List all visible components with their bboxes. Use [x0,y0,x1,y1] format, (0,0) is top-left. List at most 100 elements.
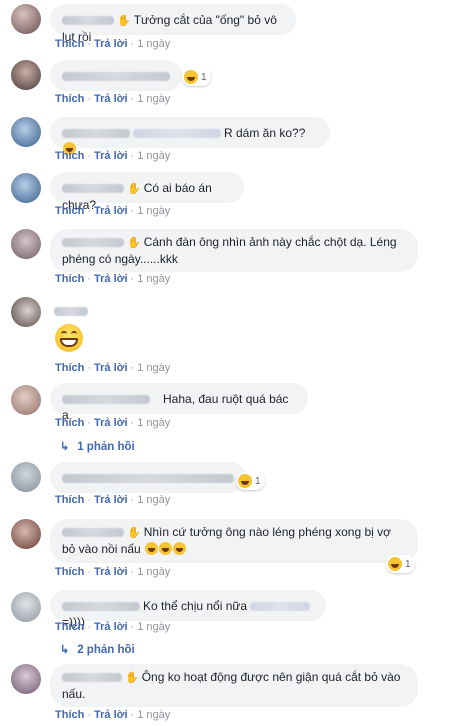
laughing-emoji-icon [173,542,187,555]
comment-actions: Thích · Trả lời · 1 ngày [55,417,171,429]
avatar[interactable] [11,60,41,90]
reply-link[interactable]: Trả lời [94,38,128,50]
comment-bubble: ✋ Ông ko hoạt động được nên giận quá cắt … [50,664,418,707]
comment-actions: Thích · Trả lời · 1 ngày [55,566,171,578]
reply-link[interactable]: Trả lời [94,150,128,162]
avatar[interactable] [11,297,41,327]
author-name[interactable] [62,474,234,484]
comment-actions: Thích · Trả lời · 1 ngày [55,621,171,633]
reply-link[interactable]: Trả lời [94,621,128,633]
timestamp[interactable]: 1 ngày [137,709,170,721]
reply-link[interactable]: Trả lời [94,566,128,578]
avatar[interactable] [11,519,41,549]
like-link[interactable]: Thích [55,709,84,721]
reaction-count: 1 [255,475,261,487]
like-link[interactable]: Thích [55,621,84,633]
author-name[interactable] [62,602,140,612]
like-link[interactable]: Thích [55,566,84,578]
reaction-count: 1 [405,558,411,570]
comment-actions: Thích · Trả lời · 1 ngày [55,362,171,374]
comment-bubble: ✋ Tưởng cắt của "ống" bỏ vô lụt rồi [50,4,296,44]
avatar[interactable] [11,229,41,259]
reply-link[interactable]: Trả lời [94,93,128,105]
view-replies-link[interactable]: ↳ 1 phản hồi [60,440,135,454]
tagged-user[interactable] [133,129,221,139]
like-link[interactable]: Thích [55,38,84,50]
reaction-badge[interactable]: 1 [386,555,415,573]
avatar[interactable] [11,173,41,203]
reaction-count: 1 [201,71,207,83]
author-name[interactable] [62,184,124,194]
comment-actions: Thích · Trả lời · 1 ngày [55,709,171,721]
reaction-badge[interactable]: 1 [182,68,211,86]
comment-actions: Thích · Trả lời · 1 ngày [55,150,171,162]
timestamp[interactable]: 1 ngày [137,566,170,578]
avatar[interactable] [11,117,41,147]
comment-actions: Thích · Trả lời · 1 ngày [55,38,171,50]
like-link[interactable]: Thích [55,273,84,285]
comment-bubble: R dám ăn ko?? [50,117,330,155]
timestamp[interactable]: 1 ngày [137,273,170,285]
author-name[interactable] [54,307,88,317]
timestamp[interactable]: 1 ngày [137,205,170,217]
reaction-badge[interactable]: 1 [236,472,265,490]
reply-link[interactable]: Trả lời [94,709,128,721]
comment-bubble [50,60,182,91]
author-name[interactable] [62,72,170,82]
tagged-user[interactable] [250,602,311,612]
author-name[interactable] [62,528,124,538]
replies-count: 2 phản hồi [77,643,135,656]
avatar[interactable] [11,592,41,622]
author-name[interactable] [62,129,130,139]
hand-wave-icon: ✋ [125,672,139,684]
avatar[interactable] [11,385,41,415]
reply-arrow-icon: ↳ [60,644,70,656]
timestamp[interactable]: 1 ngày [137,621,170,633]
comment-bubble: ✋ Cánh đàn ông nhìn ảnh này chắc chột dạ.… [50,229,418,272]
author-name[interactable] [62,395,150,405]
like-link[interactable]: Thích [55,417,84,429]
avatar[interactable] [11,664,41,694]
reply-link[interactable]: Trả lời [94,494,128,506]
laughing-face-icon [238,474,252,488]
comment-text: Ko thể chịu nổi nữa [143,599,248,613]
author-name[interactable] [62,238,124,248]
like-link[interactable]: Thích [55,150,84,162]
timestamp[interactable]: 1 ngày [137,38,170,50]
hand-wave-icon: ✋ [127,527,141,539]
view-replies-link[interactable]: ↳ 2 phản hồi [60,643,135,657]
avatar[interactable] [11,462,41,492]
like-link[interactable]: Thích [55,93,84,105]
reply-link[interactable]: Trả lời [94,417,128,429]
grinning-emoji-icon [55,324,83,352]
like-link[interactable]: Thích [55,494,84,506]
timestamp[interactable]: 1 ngày [137,150,170,162]
reply-link[interactable]: Trả lời [94,205,128,217]
laughing-face-icon [388,557,402,571]
comment-actions: Thích · Trả lời · 1 ngày [55,273,171,285]
laughing-face-icon [184,70,198,84]
hand-wave-icon: ✋ [127,183,141,195]
timestamp[interactable]: 1 ngày [137,417,170,429]
like-link[interactable]: Thích [55,205,84,217]
author-name[interactable] [62,673,122,683]
laughing-emoji-icon [159,542,173,555]
comment-bubble: ✋ Nhìn cứ tưởng ông nào léng phéng xong b… [50,519,418,563]
reply-arrow-icon: ↳ [60,441,70,453]
hand-wave-icon: ✋ [117,15,131,27]
comment-bubble: Ko thể chịu nổi nữa =)))) [50,590,326,629]
comment-bubble: Haha, đau ruột quá bác ạ [50,383,308,422]
reply-link[interactable]: Trả lời [94,362,128,374]
comment-actions: Thích · Trả lời · 1 ngày [55,494,171,506]
timestamp[interactable]: 1 ngày [137,93,170,105]
comment-bubble [50,462,246,493]
timestamp[interactable]: 1 ngày [137,494,170,506]
comment-bubble [50,295,120,326]
like-link[interactable]: Thích [55,362,84,374]
laughing-emoji-icon [145,542,159,555]
timestamp[interactable]: 1 ngày [137,362,170,374]
comment-actions: Thích · Trả lời · 1 ngày [55,205,171,217]
author-name[interactable] [62,16,114,26]
avatar[interactable] [11,4,41,34]
reply-link[interactable]: Trả lời [94,273,128,285]
